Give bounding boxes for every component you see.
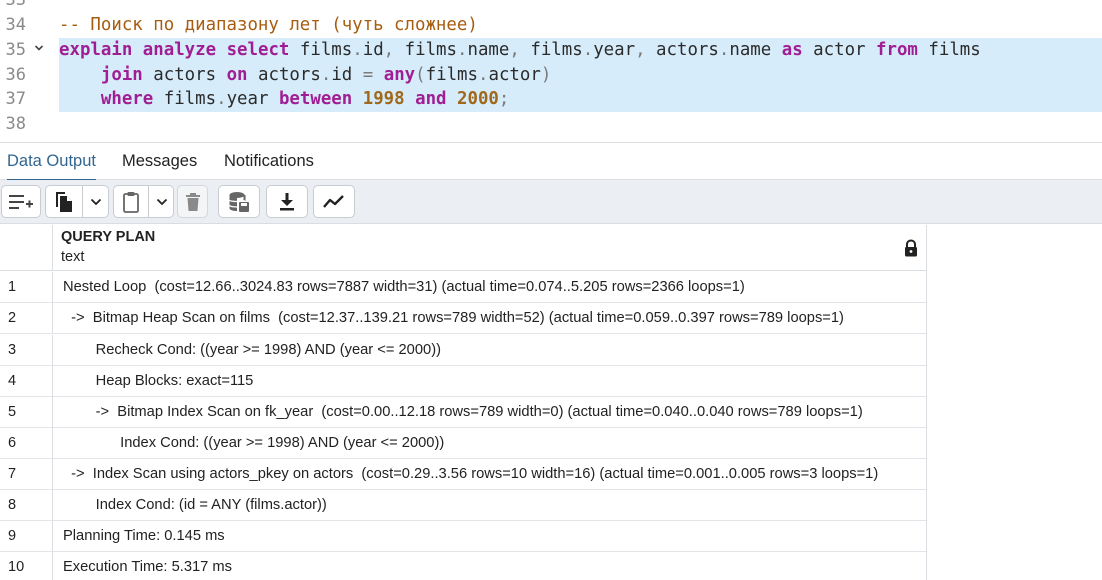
lock-icon (905, 239, 917, 257)
line-number: 37 (5, 89, 26, 109)
paste-options-dropdown[interactable] (149, 186, 174, 217)
editor-line[interactable]: 36 join actors on actors.id = any(films.… (0, 63, 1102, 88)
column-header-name[interactable]: QUERY PLAN (61, 229, 155, 245)
column-header-type: text (61, 249, 85, 265)
table-row[interactable]: 4 Heap Blocks: exact=115 (0, 366, 927, 397)
output-tabs: Data Output Messages Notifications (0, 142, 1102, 181)
code-comment: -- Поиск по диапазону лет (чуть сложнее) (59, 15, 478, 35)
line-number: 33 (5, 0, 26, 10)
query-plan-cell[interactable]: Planning Time: 0.145 ms (53, 521, 927, 551)
row-number[interactable]: 8 (0, 490, 53, 520)
copy-options-dropdown[interactable] (83, 186, 109, 217)
table-row[interactable]: 5 -> Bitmap Index Scan on fk_year (cost=… (0, 397, 927, 428)
row-number[interactable]: 7 (0, 459, 53, 489)
tab-data-output[interactable]: Data Output (7, 143, 96, 181)
query-plan-cell[interactable]: Index Cond: (id = ANY (films.actor)) (53, 490, 927, 520)
copy-button-group (45, 185, 109, 218)
line-number: 38 (5, 114, 26, 134)
table-row[interactable]: 1 Nested Loop (cost=12.66..3024.83 rows=… (0, 272, 927, 303)
row-number[interactable]: 9 (0, 521, 53, 551)
row-number[interactable]: 1 (0, 272, 53, 302)
add-row-icon (9, 194, 33, 209)
save-data-button[interactable] (218, 185, 260, 218)
add-row-button[interactable] (1, 185, 41, 218)
query-plan-cell[interactable]: Recheck Cond: ((year >= 1998) AND (year … (53, 335, 927, 365)
code-line: where films.year between 1998 and 2000; (59, 87, 1102, 112)
database-save-icon (228, 191, 249, 212)
editor-line[interactable]: 37 where films.year between 1998 and 200… (0, 87, 1102, 112)
table-row[interactable]: 2 -> Bitmap Heap Scan on films (cost=12.… (0, 303, 927, 334)
paste-button[interactable] (114, 186, 148, 217)
row-number[interactable]: 2 (0, 303, 53, 333)
code-line: explain analyze select films.id, films.n… (59, 38, 1102, 63)
copy-icon (56, 191, 72, 212)
graph-visualiser-button[interactable] (313, 185, 355, 218)
line-chart-icon (323, 194, 344, 208)
row-number[interactable]: 10 (0, 552, 53, 580)
table-row[interactable]: 3 Recheck Cond: ((year >= 1998) AND (yea… (0, 335, 927, 366)
row-number[interactable]: 3 (0, 335, 53, 365)
query-plan-cell[interactable]: Execution Time: 5.317 ms (53, 552, 927, 580)
query-plan-cell[interactable]: -> Bitmap Heap Scan on films (cost=12.37… (53, 303, 927, 333)
line-number: 35 (5, 40, 26, 60)
tab-notifications[interactable]: Notifications (224, 143, 314, 180)
query-plan-cell[interactable]: Heap Blocks: exact=115 (53, 366, 927, 396)
query-plan-cell[interactable]: -> Bitmap Index Scan on fk_year (cost=0.… (53, 397, 927, 427)
row-number[interactable]: 5 (0, 397, 53, 427)
table-row[interactable]: 6 Index Cond: ((year >= 1998) AND (year … (0, 428, 927, 459)
paste-button-group (113, 185, 174, 218)
line-number: 34 (5, 15, 26, 35)
table-row[interactable]: 8 Index Cond: (id = ANY (films.actor)) (0, 490, 927, 521)
download-button[interactable] (266, 185, 308, 218)
editor-line[interactable]: 35 explain analyze select films.id, film… (0, 38, 1102, 63)
line-number: 36 (5, 65, 26, 85)
table-row[interactable]: 9 Planning Time: 0.145 ms (0, 521, 927, 552)
tab-messages[interactable]: Messages (122, 143, 197, 180)
sql-editor[interactable]: 33 34 -- Поиск по диапазону лет (чуть сл… (0, 0, 1102, 142)
editor-line[interactable]: 34 -- Поиск по диапазону лет (чуть сложн… (0, 13, 1102, 38)
copy-button[interactable] (46, 186, 82, 217)
delete-row-button[interactable] (177, 185, 208, 218)
editor-line[interactable]: 33 (0, 0, 1102, 13)
data-output-toolbar (0, 180, 1102, 224)
chevron-down-icon[interactable] (31, 38, 47, 63)
query-plan-cell[interactable]: Nested Loop (cost=12.66..3024.83 rows=78… (53, 272, 927, 302)
grid-header: QUERY PLAN text (0, 225, 927, 271)
editor-line[interactable]: 38 (0, 112, 1102, 137)
query-result-grid: QUERY PLAN text 1 Nested Loop (cost=12.6… (0, 225, 927, 580)
row-number[interactable]: 6 (0, 428, 53, 458)
row-number[interactable]: 4 (0, 366, 53, 396)
chevron-down-icon (156, 198, 167, 205)
download-icon (280, 192, 294, 210)
trash-icon (185, 192, 200, 211)
table-row[interactable]: 10 Execution Time: 5.317 ms (0, 552, 927, 580)
query-plan-cell[interactable]: -> Index Scan using actors_pkey on actor… (53, 459, 927, 489)
query-plan-cell[interactable]: Index Cond: ((year >= 1998) AND (year <=… (53, 428, 927, 458)
grid-corner-cell[interactable] (0, 225, 53, 271)
paste-icon (123, 191, 139, 213)
code-line: join actors on actors.id = any(films.act… (59, 63, 1102, 88)
chevron-down-icon (90, 198, 102, 205)
table-row[interactable]: 7 -> Index Scan using actors_pkey on act… (0, 459, 927, 490)
